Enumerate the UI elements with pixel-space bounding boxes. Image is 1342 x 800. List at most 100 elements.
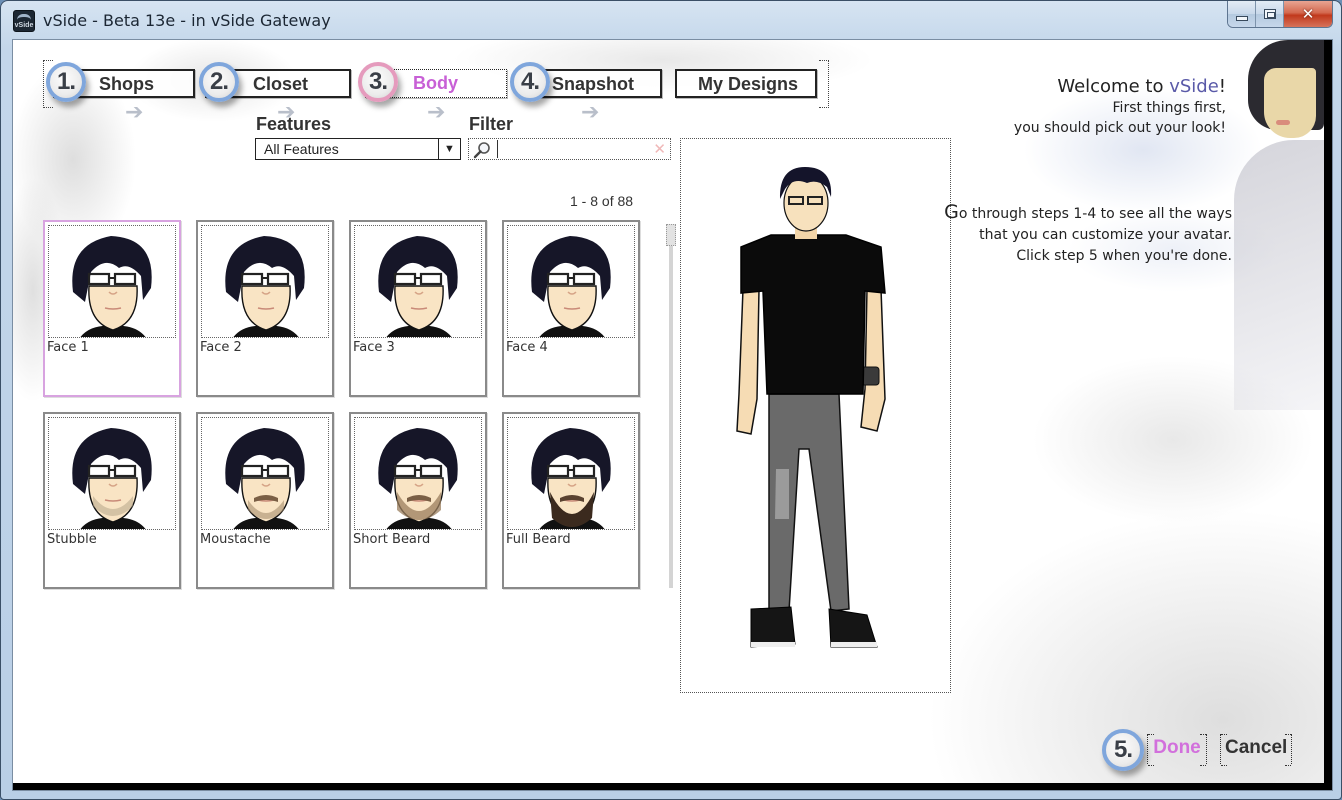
client-right-edge: [1324, 40, 1332, 790]
feature-item-name: Stubble: [47, 532, 97, 547]
avatar-figure: [736, 167, 886, 648]
close-button[interactable]: ✕: [1284, 1, 1332, 27]
step-badge-2[interactable]: 2.: [199, 62, 239, 102]
features-dropdown[interactable]: All Features ▼: [255, 138, 461, 160]
step-number-5: 5.: [1113, 736, 1133, 763]
brand-name: vSide: [1169, 76, 1219, 97]
face-thumbnail-art: [378, 236, 458, 337]
filter-label: Filter: [469, 114, 514, 134]
clear-filter-icon[interactable]: ✕: [653, 140, 666, 158]
cancel-button[interactable]: Cancel: [1220, 734, 1292, 766]
features-selected-value: All Features: [264, 141, 339, 157]
feature-thumbnail: [354, 417, 482, 530]
step-badge-4[interactable]: 4.: [510, 62, 550, 102]
app-icon-label: vSide: [14, 22, 34, 29]
step-badge-3[interactable]: 3.: [358, 62, 398, 102]
maximize-icon: [1263, 9, 1276, 19]
instructions-line-2: that you can customize your avatar.: [979, 227, 1232, 243]
portrait-hair: [1248, 40, 1324, 130]
portrait-lips: [1276, 120, 1290, 125]
avatar-right-shoe: [828, 608, 878, 648]
face-thumbnail-art: [72, 428, 152, 529]
step-arrow-icon: ➔: [427, 100, 446, 125]
feature-item[interactable]: Face 1: [43, 220, 181, 397]
welcome-line-2: First things first,: [1112, 100, 1226, 116]
my-designs-label: My Designs: [698, 74, 799, 94]
client-area: Shops 1. ➔ Closet 2. ➔ Body 3. ➔ Snapsho…: [12, 39, 1333, 791]
feature-item[interactable]: Face 4: [502, 220, 640, 397]
caption-buttons: ✕: [1227, 1, 1333, 28]
feature-thumbnail: [354, 225, 482, 338]
search-icon: [473, 142, 490, 159]
grid-scrollbar-thumb[interactable]: [666, 224, 676, 246]
minimize-icon: [1235, 15, 1248, 21]
avatar-left-shoe: [750, 606, 796, 648]
feature-item-name: Moustache: [200, 532, 271, 547]
welcome-message: Welcome to vSide! First things first, yo…: [1014, 76, 1226, 138]
avatar-shirt: [740, 234, 886, 395]
feature-item-name: Face 4: [506, 340, 548, 355]
feature-item-name: Short Beard: [353, 532, 431, 547]
instructions-initial: G: [944, 201, 959, 223]
paging-status: 1 - 8 of 88: [570, 193, 634, 209]
avatar-left-arm: [736, 288, 760, 435]
vside-app-icon[interactable]: vSide: [13, 10, 35, 32]
step-label-shops: Shops: [99, 74, 155, 94]
feature-item[interactable]: Face 2: [196, 220, 334, 397]
portrait-face: [1264, 68, 1316, 138]
feature-item[interactable]: Face 3: [349, 220, 487, 397]
steps-bracket-right: [819, 60, 829, 108]
instructions-line-1: Go through steps 1-4 to see all the ways: [944, 202, 1232, 225]
welcome-suffix: !: [1218, 76, 1226, 97]
step-badge-1[interactable]: 1.: [46, 62, 86, 102]
done-button[interactable]: Done: [1147, 734, 1207, 766]
step-number-2: 2.: [209, 68, 229, 95]
face-thumbnail-art: [225, 428, 305, 529]
face-thumbnail-art: [531, 428, 611, 529]
avatar-preview[interactable]: [680, 138, 951, 693]
step-label-snapshot: Snapshot: [552, 74, 635, 94]
minimize-button[interactable]: [1228, 1, 1256, 27]
feature-item-name: Face 1: [47, 340, 89, 355]
feature-item-name: Face 2: [200, 340, 242, 355]
feature-item-name: Full Beard: [506, 532, 571, 547]
filter-box: ✕: [468, 138, 671, 160]
face-thumbnail-art: [531, 236, 611, 337]
instructions-text: Go through steps 1-4 to see all the ways…: [944, 202, 1232, 267]
my-designs-button[interactable]: My Designs: [675, 69, 817, 98]
welcome-line-3: you should pick out your look!: [1013, 120, 1226, 136]
feature-item[interactable]: Moustache: [196, 412, 334, 589]
dropdown-arrow-icon[interactable]: ▼: [438, 139, 460, 159]
feature-thumbnail: [201, 417, 329, 530]
feature-thumbnail: [201, 225, 329, 338]
step-label-body: Body: [413, 73, 458, 93]
grid-scrollbar-track[interactable]: [669, 224, 673, 588]
step-number-3: 3.: [368, 68, 388, 95]
guide-character-portrait: [1234, 40, 1324, 410]
face-thumbnail-art: [225, 236, 305, 337]
avatar-jeans-wear: [775, 469, 789, 519]
feature-thumbnail: [507, 225, 635, 338]
window-title: vSide - Beta 13e - in vSide Gateway: [43, 11, 331, 30]
title-bar[interactable]: vSide vSide - Beta 13e - in vSide Gatewa…: [1, 1, 1341, 39]
step-badge-5[interactable]: 5.: [1102, 729, 1144, 771]
step-arrow-icon: ➔: [581, 100, 600, 125]
step-number-1: 1.: [56, 68, 76, 95]
step-arrow-icon: ➔: [125, 100, 144, 125]
filter-input[interactable]: [497, 140, 647, 158]
face-thumbnail-art: [72, 236, 152, 337]
close-icon: ✕: [1301, 5, 1315, 23]
feature-item[interactable]: Stubble: [43, 412, 181, 589]
step-label-closet: Closet: [253, 74, 309, 94]
features-label: Features: [256, 114, 332, 134]
feature-item-name: Face 3: [353, 340, 395, 355]
instructions-line-1-rest: o through steps 1-4 to see all the ways: [958, 206, 1232, 222]
maximize-button[interactable]: [1256, 1, 1284, 27]
avatar-left-sole: [751, 642, 795, 647]
feature-thumbnail: [48, 225, 176, 338]
feature-item[interactable]: Full Beard: [502, 412, 640, 589]
avatar-right-sole: [831, 642, 877, 647]
feature-item[interactable]: Short Beard: [349, 412, 487, 589]
welcome-prefix: Welcome to: [1057, 76, 1170, 97]
feature-thumbnail: [507, 417, 635, 530]
